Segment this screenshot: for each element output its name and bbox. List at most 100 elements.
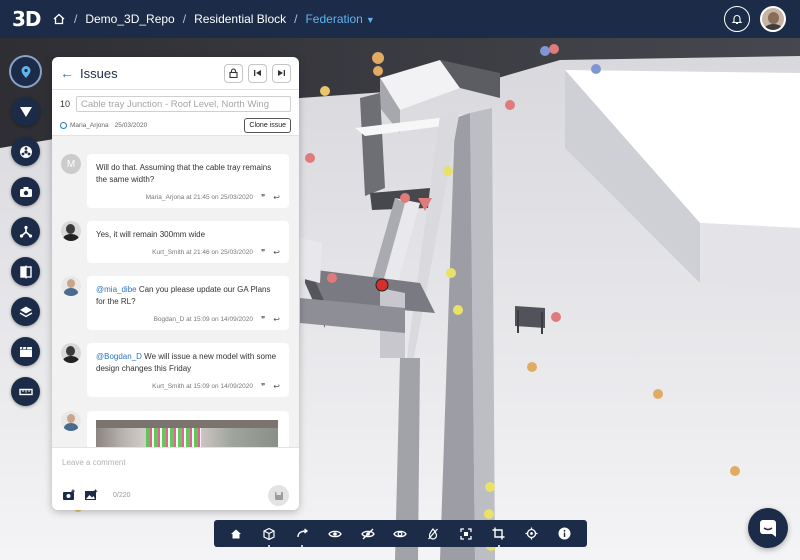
layers-icon[interactable]	[11, 297, 40, 326]
reply-icon[interactable]: ↩	[273, 382, 280, 391]
compare-icon[interactable]	[11, 257, 40, 286]
issue-pin[interactable]	[443, 166, 453, 176]
avatar: M	[61, 154, 81, 174]
breadcrumb: / Demo_3D_Repo / Residential Block / Fed…	[52, 12, 375, 26]
app-logo[interactable]: 3D	[0, 7, 44, 31]
issue-date: 25/03/2020	[114, 122, 148, 129]
coordinates-icon[interactable]	[522, 524, 542, 544]
previous-issue-icon[interactable]	[248, 63, 267, 83]
back-arrow-icon[interactable]: ←	[60, 65, 74, 81]
chat-icon	[760, 520, 776, 537]
sequences-clapper-icon[interactable]	[11, 337, 40, 366]
home-icon[interactable]	[52, 12, 66, 26]
issue-pin[interactable]	[505, 100, 515, 110]
info-icon[interactable]	[555, 524, 575, 544]
breadcrumb-model-label: Federation	[305, 12, 363, 26]
comment-meta: Kurt_Smith at 15:09 on 14/09/2020	[152, 383, 253, 390]
focus-icon[interactable]	[456, 524, 476, 544]
mention-link[interactable]: @mia_dibe	[96, 285, 137, 294]
issue-pin[interactable]	[551, 312, 561, 322]
issue-pin[interactable]	[653, 389, 663, 399]
issue-pin[interactable]	[540, 46, 550, 56]
hazard-icon[interactable]	[11, 137, 40, 166]
issue-pin-selected[interactable]	[375, 278, 389, 292]
view-cube-icon[interactable]	[259, 524, 279, 547]
issue-pin[interactable]	[591, 64, 601, 74]
left-toolbar	[11, 57, 40, 406]
panel-title: Issues	[80, 65, 118, 81]
breadcrumb-teamspace[interactable]: Demo_3D_Repo	[85, 12, 174, 26]
top-bar: 3D / Demo_3D_Repo / Residential Block / …	[0, 0, 800, 38]
measure-ruler-icon[interactable]	[11, 377, 40, 406]
reply-icon[interactable]: ↩	[273, 193, 280, 202]
quote-icon[interactable]: ❞	[261, 248, 265, 257]
issue-pin[interactable]	[320, 86, 330, 96]
breadcrumb-project[interactable]: Residential Block	[194, 12, 286, 26]
comment-meta: Bogdan_D at 15:09 on 14/09/2020	[153, 316, 253, 323]
issue-pin[interactable]	[305, 153, 315, 163]
comment-input[interactable]: Leave a comment	[62, 458, 126, 467]
hide-icon[interactable]	[358, 524, 378, 544]
viewer-toolbar	[214, 520, 587, 547]
comment-meta: Kurt_Smith at 21:46 on 25/03/2020	[152, 249, 253, 256]
comment-item: @Bogdan_D We will issue a new model with…	[61, 343, 289, 397]
risks-triangle-icon[interactable]	[11, 97, 40, 126]
issue-pin[interactable]	[485, 482, 495, 492]
issues-pin-icon[interactable]	[11, 57, 40, 86]
breadcrumb-model[interactable]: Federation ▼	[305, 12, 374, 26]
hide-ifc-icon[interactable]	[423, 524, 443, 544]
mention-link[interactable]: @Bogdan_D	[96, 352, 142, 361]
issues-panel-header: ← Issues	[52, 57, 299, 90]
save-icon[interactable]	[268, 485, 289, 506]
isolate-icon[interactable]	[390, 524, 410, 544]
comment-item: M Will do that. Assuming that the cable …	[61, 154, 289, 208]
reply-icon[interactable]: ↩	[273, 315, 280, 324]
add-screenshot-icon[interactable]	[62, 488, 76, 506]
tree-icon[interactable]	[11, 217, 40, 246]
reply-icon[interactable]: ↩	[273, 248, 280, 257]
quote-icon[interactable]: ❞	[261, 382, 265, 391]
user-avatar[interactable]	[760, 6, 786, 32]
issue-pin[interactable]	[484, 509, 494, 519]
comment-text: Yes, it will remain 300mm wide	[96, 230, 206, 239]
home-icon[interactable]	[226, 524, 246, 544]
character-count: 0/220	[113, 492, 131, 499]
comment-text: @mia_dibe Can you please update our GA P…	[96, 284, 280, 308]
quote-icon[interactable]: ❞	[261, 315, 265, 324]
issue-pin[interactable]	[373, 66, 383, 76]
issue-owner: Maria_Arjona	[70, 122, 109, 129]
issue-number: 10	[60, 99, 71, 109]
comment-text: @Bogdan_D We will issue a new model with…	[96, 351, 280, 375]
comment-item: Yes, it will remain 300mm wide Kurt_Smit…	[61, 221, 289, 263]
clone-issue-button[interactable]: Clone issue	[244, 118, 291, 133]
camera-icon[interactable]	[11, 177, 40, 206]
issue-pin[interactable]	[327, 273, 337, 283]
lock-icon[interactable]	[224, 63, 243, 83]
issue-pin[interactable]	[400, 193, 410, 203]
comment-composer: Leave a comment 0/220	[52, 447, 299, 510]
comment-bubble: Will do that. Assuming that the cable tr…	[87, 154, 289, 208]
issue-pin[interactable]	[549, 44, 559, 54]
next-issue-icon[interactable]	[272, 63, 291, 83]
redo-icon[interactable]	[292, 524, 312, 547]
issue-pin[interactable]	[730, 466, 740, 476]
comment-meta: Maria_Arjona at 21:45 on 25/03/2020	[145, 194, 253, 201]
comment-bubble: @Bogdan_D We will issue a new model with…	[87, 343, 289, 397]
notifications-bell-icon[interactable]	[724, 6, 750, 32]
show-icon[interactable]	[325, 524, 345, 544]
issues-panel: ← Issues 10 Cable tray Junction - Roof L…	[52, 57, 299, 510]
clip-icon[interactable]	[489, 524, 509, 547]
issue-title-field[interactable]: Cable tray Junction - Roof Level, North …	[76, 96, 291, 112]
issue-pin[interactable]	[453, 305, 463, 315]
quote-icon[interactable]: ❞	[261, 193, 265, 202]
issue-pin[interactable]	[446, 268, 456, 278]
comments-thread[interactable]: M Will do that. Assuming that the cable …	[52, 135, 299, 447]
breadcrumb-separator: /	[74, 12, 78, 26]
comment-text: Will do that. Assuming that the cable tr…	[96, 163, 272, 184]
issue-pin[interactable]	[527, 362, 537, 372]
avatar	[61, 411, 81, 431]
chevron-down-icon: ▼	[365, 15, 375, 25]
screenshot-thumbnail[interactable]	[96, 420, 278, 447]
add-image-icon[interactable]	[84, 488, 98, 506]
support-chat-button[interactable]	[748, 508, 788, 548]
